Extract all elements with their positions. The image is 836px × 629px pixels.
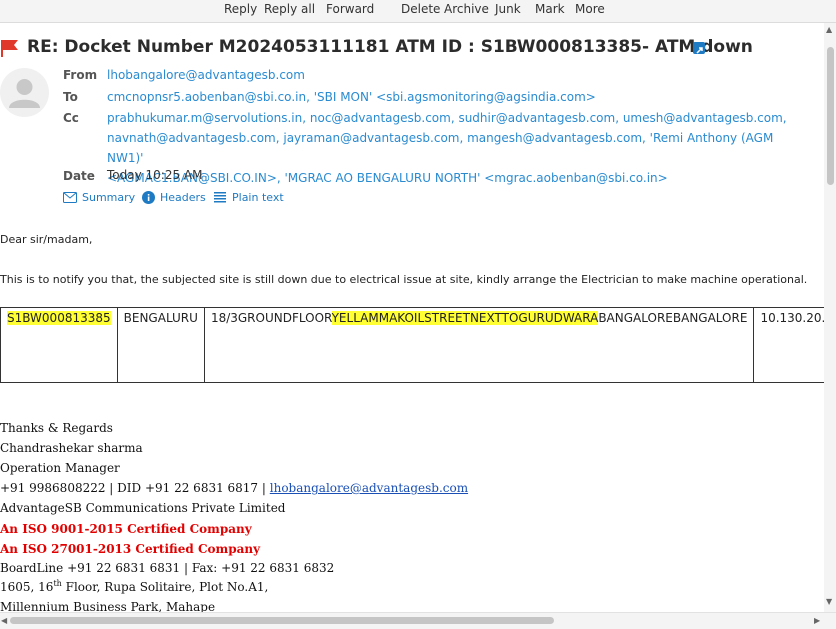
sig-boardline: BoardLine +91 22 6831 6831 | Fax: +91 22… xyxy=(0,561,335,575)
address-suffix: BANGALOREBANGALORE xyxy=(598,311,748,325)
reply-button[interactable]: Reply xyxy=(224,2,257,16)
subject-row: RE: Docket Number M2024053111181 ATM ID … xyxy=(0,37,824,61)
message-view: RE: Docket Number M2024053111181 ATM ID … xyxy=(0,23,824,612)
vertical-scrollbar[interactable]: ▲ ▼ xyxy=(824,23,836,612)
junk-button[interactable]: Junk xyxy=(495,2,521,16)
sig-thanks: Thanks & Regards xyxy=(0,421,113,435)
sig-address1: 1605, 16th Floor, Rupa Solitaire, Plot N… xyxy=(0,579,268,594)
summary-label: Summary xyxy=(82,191,136,204)
cc-line: navnath@advantagesb.com, jayraman@advant… xyxy=(107,131,774,165)
vertical-scroll-thumb[interactable] xyxy=(827,47,834,185)
sig-iso1: An ISO 9001-2015 Certified Company xyxy=(0,522,252,536)
message-toolbar: Reply Reply all Forward Delete Archive J… xyxy=(0,0,836,23)
cc-line: prabhukumar.m@servolutions.in, noc@advan… xyxy=(107,111,787,125)
message-date: Today 10:25 AM xyxy=(107,168,203,182)
info-icon xyxy=(142,191,155,204)
plain-text-label: Plain text xyxy=(232,191,284,204)
date-label: Date xyxy=(63,169,95,183)
notice-text: This is to notify you that, the subjecte… xyxy=(0,273,808,286)
atm-table: S1BW000813385 BENGALURU 18/3GROUNDFLOORY… xyxy=(0,307,824,383)
list-icon xyxy=(214,192,226,203)
mark-button[interactable]: Mark xyxy=(535,2,565,16)
avatar-icon xyxy=(0,68,49,117)
from-label: From xyxy=(63,68,98,82)
ip-cell: 10.130.20.233 xyxy=(753,307,824,383)
more-button[interactable]: More xyxy=(575,2,605,16)
archive-button[interactable]: Archive xyxy=(444,2,489,16)
table-row: S1BW000813385 BENGALURU 18/3GROUNDFLOORY… xyxy=(0,307,824,383)
scroll-down-icon[interactable]: ▼ xyxy=(826,597,832,606)
phone-text: +91 9986808222 | DID +91 22 6831 6817 | xyxy=(0,481,270,495)
addr-pre: 1605, 16 xyxy=(0,580,54,594)
sig-title: Operation Manager xyxy=(0,461,120,475)
external-link-icon[interactable] xyxy=(693,42,705,54)
address-prefix: 18/3GROUNDFLOOR xyxy=(210,311,332,325)
sig-name: Chandrashekar sharma xyxy=(0,441,143,455)
horizontal-scroll-thumb[interactable] xyxy=(10,617,554,624)
sig-address2: Millennium Business Park, Mahape xyxy=(0,600,216,612)
to-label: To xyxy=(63,90,78,104)
from-address[interactable]: lhobangalore@advantagesb.com xyxy=(107,65,787,85)
addr-sup: th xyxy=(53,579,62,588)
forward-button[interactable]: Forward xyxy=(326,2,374,16)
horizontal-scrollbar[interactable]: ◀ ▶ xyxy=(0,612,836,629)
scroll-up-icon[interactable]: ▲ xyxy=(826,25,832,34)
address-cell: 18/3GROUNDFLOORYELLAMMAKOILSTREETNEXTTOG… xyxy=(203,307,755,383)
flag-icon[interactable] xyxy=(0,39,20,57)
atm-id-cell: S1BW000813385 xyxy=(0,307,118,383)
scroll-left-icon[interactable]: ◀ xyxy=(1,616,7,625)
delete-button[interactable]: Delete xyxy=(401,2,440,16)
message-subject: RE: Docket Number M2024053111181 ATM ID … xyxy=(27,37,753,57)
addr-post: Floor, Rupa Solitaire, Plot No.A1, xyxy=(61,580,269,594)
headers-label: Headers xyxy=(160,191,206,204)
reply-all-button[interactable]: Reply all xyxy=(264,2,315,16)
sig-company: AdvantageSB Communications Private Limit… xyxy=(0,501,286,515)
greeting: Dear sir/madam, xyxy=(0,233,93,246)
address-highlight: YELLAMMAKOILSTREETNEXTTOGURUDWARA xyxy=(331,311,599,325)
sig-iso2: An ISO 27001-2013 Certified Company xyxy=(0,542,261,556)
scroll-right-icon[interactable]: ▶ xyxy=(814,616,820,625)
sig-email-link[interactable]: lhobangalore@advantagesb.com xyxy=(270,481,468,495)
envelope-icon xyxy=(63,192,77,203)
to-addresses[interactable]: cmcnopnsr5.aobenban@sbi.co.in, 'SBI MON'… xyxy=(107,87,787,107)
atm-id: S1BW000813385 xyxy=(7,311,111,325)
city-cell: BENGALURU xyxy=(116,307,205,383)
sig-phone: +91 9986808222 | DID +91 22 6831 6817 | … xyxy=(0,481,468,495)
cc-label: Cc xyxy=(63,111,79,125)
